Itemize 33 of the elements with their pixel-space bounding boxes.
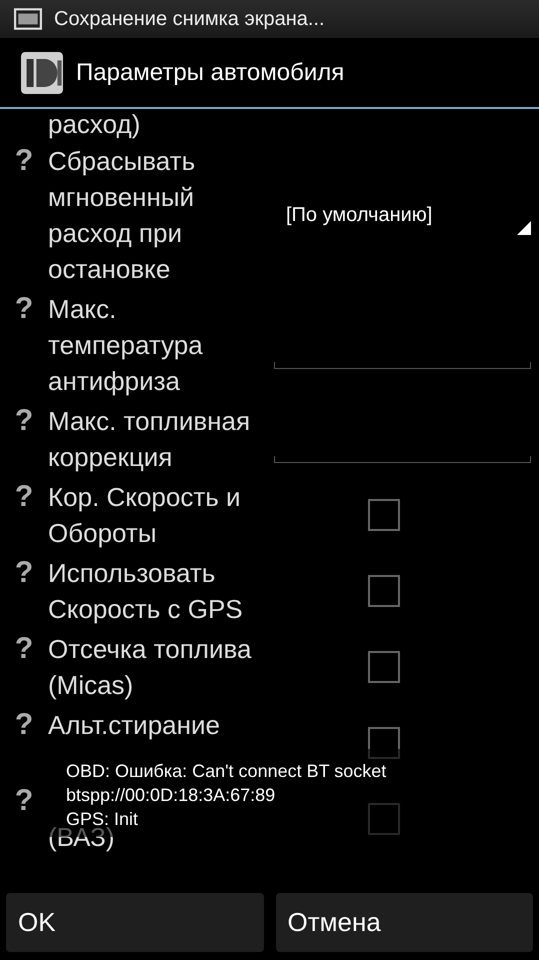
dropdown-corner-icon (517, 221, 531, 235)
setting-label: Кор. Скорость и Обороты (48, 481, 242, 550)
checkbox[interactable] (368, 575, 400, 607)
help-icon[interactable]: ? (0, 783, 48, 819)
notification-text: Сохранение снимка экрана... (54, 8, 325, 30)
help-icon[interactable]: ? (0, 631, 48, 667)
input-field[interactable] (274, 362, 531, 368)
cancel-button[interactable]: Отмена (276, 893, 533, 952)
setting-label: расход) (48, 109, 142, 139)
setting-label: Макс. топливная коррекция (48, 405, 252, 474)
help-icon[interactable]: ? (0, 291, 48, 327)
setting-label: Макс. температура антифриза (48, 293, 204, 398)
help-icon[interactable]: ? (0, 479, 48, 515)
dropdown[interactable]: [По умолчанию] (274, 187, 531, 243)
setting-label: Альт.стирание (48, 709, 221, 742)
checkbox[interactable] (368, 727, 400, 759)
ok-button[interactable]: OK (6, 893, 264, 952)
checkbox[interactable] (368, 651, 400, 683)
toast-line: btspp://00:0D:18:3A:67:89 (66, 784, 276, 807)
setting-label: Использовать Скорость с GPS (48, 557, 244, 626)
help-icon[interactable]: ? (0, 707, 48, 743)
checkbox[interactable] (368, 499, 400, 531)
window-title: Параметры автомобиля (76, 58, 344, 86)
setting-label: Сбрасывать мгновенный расход при остановке (48, 145, 196, 286)
toast-line: OBD: Ошибка: Can't connect BT socket (66, 760, 386, 783)
help-icon[interactable]: ? (0, 555, 48, 591)
input-field[interactable] (274, 456, 531, 462)
app-icon (20, 52, 64, 94)
checkbox[interactable] (368, 803, 400, 835)
setting-label: Отсечка топлива (Micas) (48, 633, 252, 702)
help-icon[interactable]: ? (0, 403, 48, 439)
image-icon (14, 8, 42, 30)
help-icon[interactable]: ? (0, 143, 48, 179)
